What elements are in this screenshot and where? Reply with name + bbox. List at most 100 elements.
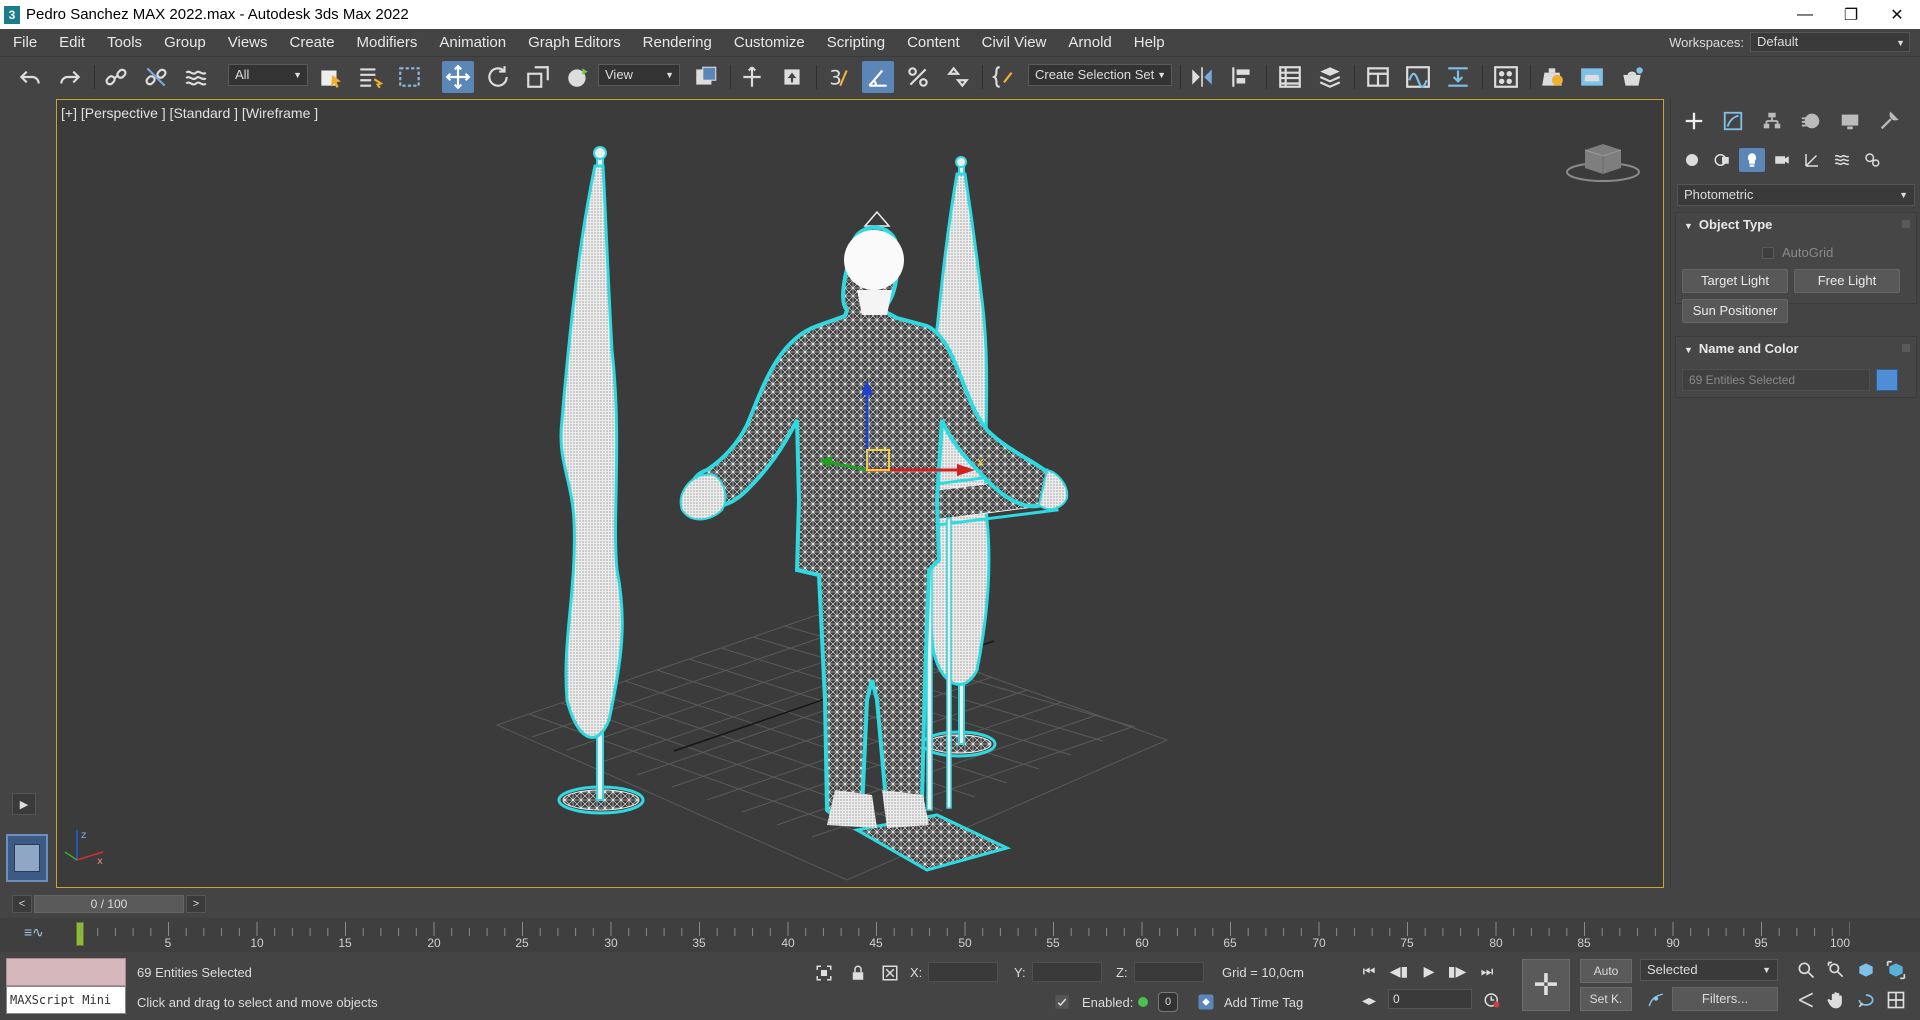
- maxscript-output[interactable]: [6, 958, 126, 986]
- pivot-center-icon[interactable]: [690, 61, 722, 93]
- menu-modifiers[interactable]: Modifiers: [346, 34, 429, 51]
- layer-explorer-icon[interactable]: [1314, 61, 1346, 93]
- viewport-label-menu[interactable]: [+] [Perspective ] [Standard ] [Wirefram…: [61, 105, 318, 121]
- menu-graph-editors[interactable]: Graph Editors: [517, 34, 632, 51]
- edit-named-selection-icon[interactable]: [988, 61, 1020, 93]
- field-of-view-icon[interactable]: [1794, 988, 1818, 1012]
- workspaces-dropdown[interactable]: Default: [1750, 32, 1910, 52]
- motion-tab-icon[interactable]: [1796, 108, 1826, 134]
- menu-help[interactable]: Help: [1123, 34, 1176, 51]
- menu-civil-view[interactable]: Civil View: [971, 34, 1058, 51]
- pan-hand-icon[interactable]: [1824, 988, 1848, 1012]
- z-coordinate-field[interactable]: [1134, 962, 1204, 982]
- light-category-dropdown[interactable]: Photometric: [1677, 184, 1915, 206]
- maximize-viewport-icon[interactable]: [1884, 988, 1908, 1012]
- menu-scripting[interactable]: Scripting: [816, 34, 896, 51]
- menu-tools[interactable]: Tools: [96, 34, 153, 51]
- display-tab-icon[interactable]: [1835, 108, 1865, 134]
- rotate-icon[interactable]: [482, 61, 514, 93]
- scale-icon[interactable]: [522, 61, 554, 93]
- snaps-toggle-icon[interactable]: 3: [822, 61, 854, 93]
- zoom-extents-all-icon[interactable]: [1884, 958, 1908, 982]
- place-icon[interactable]: [562, 61, 594, 93]
- select-by-name-icon[interactable]: [354, 61, 386, 93]
- minimize-button[interactable]: —: [1782, 0, 1828, 29]
- named-selection-set-dropdown[interactable]: Create Selection Set: [1028, 64, 1172, 86]
- maxscript-mini-input[interactable]: MAXScript Mini: [6, 986, 126, 1014]
- curve-editor-icon[interactable]: [1402, 61, 1434, 93]
- hierarchy-tab-icon[interactable]: [1757, 108, 1787, 134]
- mirror-icon[interactable]: [1186, 61, 1218, 93]
- menu-rendering[interactable]: Rendering: [632, 34, 723, 51]
- free-light-button[interactable]: Free Light: [1794, 269, 1900, 293]
- selection-lock-icon[interactable]: [848, 963, 868, 983]
- time-tag-icon[interactable]: [1196, 992, 1216, 1012]
- time-slider-handle[interactable]: 0 / 100: [34, 895, 184, 913]
- utilities-tab-wrench-icon[interactable]: [1874, 108, 1904, 134]
- track-bar[interactable]: ≡∿ 5 10 15 20 25 30 35 40 45 50 55 60 65…: [0, 918, 1920, 952]
- menu-views[interactable]: Views: [217, 34, 279, 51]
- key-filter-dropdown[interactable]: Selected: [1640, 959, 1778, 981]
- go-to-start-icon[interactable]: ⏮: [1356, 960, 1382, 982]
- adaptive-degradation-icon[interactable]: [1052, 992, 1072, 1012]
- bind-spacewarp-icon[interactable]: [180, 61, 212, 93]
- menu-customize[interactable]: Customize: [723, 34, 816, 51]
- geometry-sphere-icon[interactable]: [1679, 148, 1705, 172]
- viewport-layout-expand-icon[interactable]: ▶: [12, 793, 36, 815]
- align-icon[interactable]: [1226, 61, 1258, 93]
- shapes-icon[interactable]: [1709, 148, 1735, 172]
- object-type-header[interactable]: ▼ Object Type: [1676, 213, 1916, 237]
- key-filters-button[interactable]: Filters...: [1672, 987, 1778, 1011]
- reference-coordinate-dropdown[interactable]: View: [598, 64, 680, 86]
- x-coordinate-field[interactable]: [928, 962, 998, 982]
- zoom-all-icon[interactable]: [1824, 958, 1848, 982]
- unlink-icon[interactable]: [140, 61, 172, 93]
- modify-tab-icon[interactable]: [1718, 108, 1748, 134]
- time-slider-prev-button[interactable]: <: [12, 895, 32, 913]
- viewcube-icon[interactable]: [1563, 130, 1643, 190]
- select-object-icon[interactable]: [314, 61, 346, 93]
- restore-button[interactable]: ❐: [1828, 0, 1874, 29]
- name-and-color-header[interactable]: ▼ Name and Color: [1676, 337, 1916, 361]
- cameras-icon[interactable]: [1769, 148, 1795, 172]
- go-to-end-icon[interactable]: ⏭: [1474, 960, 1500, 982]
- object-name-field[interactable]: 69 Entities Selected: [1682, 369, 1870, 391]
- autogrid-checkbox[interactable]: AutoGrid: [1762, 245, 1833, 260]
- select-manipulate-icon[interactable]: [736, 61, 768, 93]
- zoom-icon[interactable]: [1794, 958, 1818, 982]
- render-production-icon[interactable]: [1616, 61, 1648, 93]
- absolute-mode-icon[interactable]: [880, 963, 900, 983]
- isolate-selection-icon[interactable]: [814, 963, 834, 983]
- space-warps-icon[interactable]: [1829, 148, 1855, 172]
- selection-filter-dropdown[interactable]: All: [228, 64, 308, 86]
- percent-snap-icon[interactable]: [902, 61, 934, 93]
- previous-frame-icon[interactable]: ◀▮: [1386, 960, 1412, 982]
- close-button[interactable]: ✕: [1874, 0, 1920, 29]
- rect-selection-icon[interactable]: [394, 61, 426, 93]
- next-frame-icon[interactable]: ▮▶: [1444, 960, 1470, 982]
- frame-spinner-icon[interactable]: ◂▸: [1356, 989, 1382, 1011]
- menu-arnold[interactable]: Arnold: [1057, 34, 1122, 51]
- link-icon[interactable]: [100, 61, 132, 93]
- menu-edit[interactable]: Edit: [48, 34, 96, 51]
- set-keys-icon[interactable]: ✛: [1522, 959, 1570, 1011]
- menu-content[interactable]: Content: [896, 34, 971, 51]
- systems-icon[interactable]: [1859, 148, 1885, 172]
- default-in-out-tangents-icon[interactable]: [1646, 990, 1666, 1010]
- menu-create[interactable]: Create: [279, 34, 346, 51]
- helpers-icon[interactable]: [1799, 148, 1825, 172]
- set-key-button[interactable]: Set K.: [1580, 987, 1632, 1011]
- orbit-icon[interactable]: [1854, 988, 1878, 1012]
- time-configuration-icon[interactable]: [1482, 990, 1502, 1010]
- zoom-extents-icon[interactable]: [1854, 958, 1878, 982]
- y-coordinate-field[interactable]: [1032, 962, 1102, 982]
- menu-animation[interactable]: Animation: [428, 34, 517, 51]
- render-setup-icon[interactable]: [1536, 61, 1568, 93]
- ribbon-toggle-icon[interactable]: [1362, 61, 1394, 93]
- lights-bulb-icon[interactable]: [1739, 148, 1765, 172]
- sun-positioner-button[interactable]: Sun Positioner: [1682, 299, 1788, 323]
- menu-group[interactable]: Group: [153, 34, 217, 51]
- dope-sheet-icon[interactable]: [1442, 61, 1474, 93]
- rendered-frame-window-icon[interactable]: [1576, 61, 1608, 93]
- undo-icon[interactable]: [14, 61, 46, 93]
